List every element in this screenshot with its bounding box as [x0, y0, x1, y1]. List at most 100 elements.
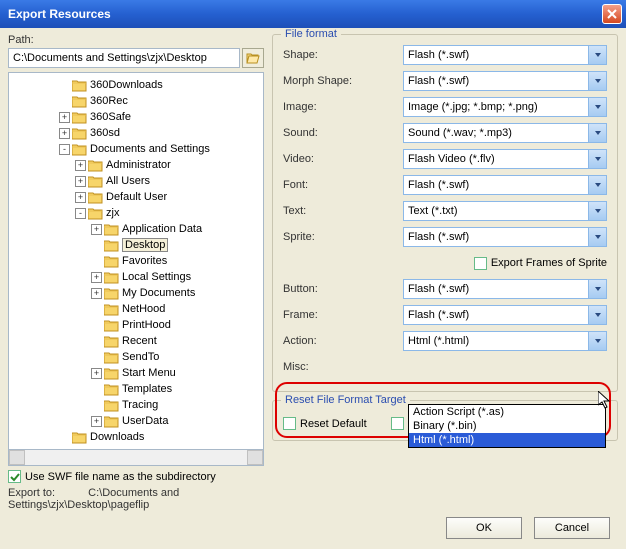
action-option-bin[interactable]: Binary (*.bin) — [409, 419, 605, 433]
ff6-combo[interactable]: Text (*.txt) — [403, 201, 607, 221]
tree-item[interactable]: + Application Data — [11, 221, 261, 237]
action-combo-button[interactable] — [588, 332, 606, 350]
browse-button[interactable] — [242, 48, 264, 68]
tree-expander[interactable]: + — [75, 192, 86, 203]
ffb0-label: Button: — [283, 283, 403, 295]
tree-item[interactable]: -zjx — [11, 205, 261, 221]
tree-expander[interactable]: + — [91, 224, 102, 235]
ff7-combo-button[interactable] — [588, 228, 606, 246]
ff1-combo-text: Flash (*.swf) — [404, 75, 588, 87]
ff4-combo-button[interactable] — [588, 150, 606, 168]
tree-item[interactable]: Favorites — [11, 253, 261, 269]
tree-item-label: Application Data — [122, 223, 202, 235]
action-combo[interactable]: Html (*.html) — [403, 331, 607, 351]
tree-item[interactable]: Tracing — [11, 397, 261, 413]
ff2-combo-button[interactable] — [588, 98, 606, 116]
tree-item-label: Templates — [122, 383, 172, 395]
action-option-html[interactable]: Html (*.html) — [409, 433, 605, 447]
ffb1-combo-button[interactable] — [588, 306, 606, 324]
tree-item[interactable]: +Administrator — [11, 157, 261, 173]
folder-tree[interactable]: 360Downloads 360Rec+360Safe+360sd-Documen… — [8, 72, 264, 450]
tree-item[interactable]: +UserData — [11, 413, 261, 429]
tree-item[interactable]: NetHood — [11, 301, 261, 317]
tree-item[interactable]: -Documents and Settings — [11, 141, 261, 157]
ff1-combo-button[interactable] — [588, 72, 606, 90]
ff5-combo-button[interactable] — [588, 176, 606, 194]
tree-item-label: Favorites — [122, 255, 167, 267]
action-dropdown-list[interactable]: Action Script (*.as) Binary (*.bin) Html… — [408, 404, 606, 448]
ffb1-combo[interactable]: Flash (*.swf) — [403, 305, 607, 325]
tree-item[interactable]: Templates — [11, 381, 261, 397]
tree-expander[interactable]: - — [75, 208, 86, 219]
export-frames-checkbox-row[interactable]: Export Frames of Sprite — [474, 257, 607, 270]
chevron-down-icon — [594, 337, 602, 345]
tree-expander[interactable]: + — [91, 416, 102, 427]
tree-item[interactable]: +My Documents — [11, 285, 261, 301]
tree-item-label: NetHood — [122, 303, 165, 315]
tree-item[interactable]: + All Users — [11, 173, 261, 189]
ffb0-combo-button[interactable] — [588, 280, 606, 298]
subdir-checkbox-row[interactable]: Use SWF file name as the subdirectory — [8, 470, 264, 483]
tree-item[interactable]: +Start Menu — [11, 365, 261, 381]
reset-default-label: Reset Default — [300, 418, 367, 430]
ff6-row: Text:Text (*.txt) — [283, 201, 607, 221]
close-button[interactable] — [602, 4, 622, 24]
tree-item[interactable]: Recent — [11, 333, 261, 349]
ffb0-row: Button:Flash (*.swf) — [283, 279, 607, 299]
ff3-label: Sound: — [283, 127, 403, 139]
ff7-combo[interactable]: Flash (*.swf) — [403, 227, 607, 247]
ff1-combo[interactable]: Flash (*.swf) — [403, 71, 607, 91]
tree-item-label: All Users — [106, 175, 150, 187]
ff0-combo-button[interactable] — [588, 46, 606, 64]
tree-item[interactable]: +360sd — [11, 125, 261, 141]
ffb0-combo[interactable]: Flash (*.swf) — [403, 279, 607, 299]
tree-item[interactable]: PrintHood — [11, 317, 261, 333]
tree-item[interactable]: +Default User — [11, 189, 261, 205]
ff2-combo[interactable]: Image (*.jpg; *.bmp; *.png) — [403, 97, 607, 117]
tree-expander[interactable]: + — [91, 288, 102, 299]
ff3-combo-button[interactable] — [588, 124, 606, 142]
ff3-combo[interactable]: Sound (*.wav; *.mp3) — [403, 123, 607, 143]
tree-item[interactable]: Downloads — [11, 429, 261, 445]
tree-expander[interactable]: - — [59, 144, 70, 155]
ff0-combo[interactable]: Flash (*.swf) — [403, 45, 607, 65]
action-option-as[interactable]: Action Script (*.as) — [409, 405, 605, 419]
scroll-left-button[interactable] — [9, 450, 25, 465]
cancel-button[interactable]: Cancel — [534, 517, 610, 539]
reset-default-row[interactable]: Reset Default — [283, 417, 367, 430]
ff6-combo-button[interactable] — [588, 202, 606, 220]
tree-hscroll[interactable] — [8, 450, 264, 466]
export-frames-checkbox[interactable] — [474, 257, 487, 270]
path-input[interactable] — [8, 48, 240, 68]
tree-expander[interactable]: + — [59, 112, 70, 123]
reset-fla-checkbox[interactable] — [391, 417, 404, 430]
tree-item-label: Local Settings — [122, 271, 191, 283]
tree-expander[interactable]: + — [59, 128, 70, 139]
ff5-combo[interactable]: Flash (*.swf) — [403, 175, 607, 195]
tree-item[interactable]: + Local Settings — [11, 269, 261, 285]
subdir-checkbox[interactable] — [8, 470, 21, 483]
ff2-combo-text: Image (*.jpg; *.bmp; *.png) — [404, 101, 588, 113]
chevron-down-icon — [594, 51, 602, 59]
path-label: Path: — [8, 34, 264, 46]
ff4-combo[interactable]: Flash Video (*.flv) — [403, 149, 607, 169]
ok-button[interactable]: OK — [446, 517, 522, 539]
tree-item[interactable]: +360Safe — [11, 109, 261, 125]
tree-expander[interactable]: + — [91, 272, 102, 283]
ff2-label: Image: — [283, 101, 403, 113]
scroll-right-button[interactable] — [247, 450, 263, 465]
ff7-label: Sprite: — [283, 231, 403, 243]
ff1-row: Morph Shape:Flash (*.swf) — [283, 71, 607, 91]
tree-item[interactable]: 360Downloads — [11, 77, 261, 93]
ff7-combo-text: Flash (*.swf) — [404, 231, 588, 243]
tree-item[interactable]: Desktop — [11, 237, 261, 253]
tree-item[interactable]: 360Rec — [11, 93, 261, 109]
tree-item[interactable]: SendTo — [11, 349, 261, 365]
tree-expander[interactable]: + — [91, 368, 102, 379]
tree-item-label: 360Downloads — [90, 79, 163, 91]
chevron-down-icon — [594, 233, 602, 241]
tree-expander[interactable]: + — [75, 176, 86, 187]
tree-expander[interactable]: + — [75, 160, 86, 171]
folder-open-icon — [246, 52, 260, 64]
reset-default-checkbox[interactable] — [283, 417, 296, 430]
